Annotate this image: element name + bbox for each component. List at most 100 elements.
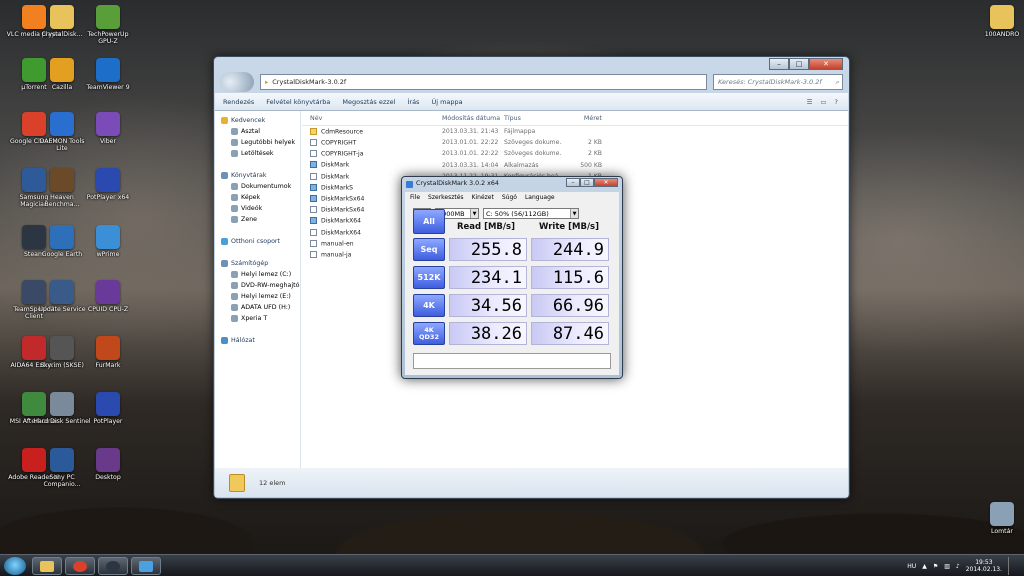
desktop-icon[interactable]: Viber	[79, 112, 137, 145]
nav-item[interactable]: Letöltések	[215, 148, 300, 159]
nav-item[interactable]: Helyi lemez (E:)	[215, 291, 300, 302]
address-bar[interactable]: ▸ CrystalDiskMark-3.0.2f	[260, 74, 707, 90]
nav-item[interactable]: Kedvencek	[215, 115, 300, 126]
toolbar-share-with[interactable]: Megosztás ezzel	[342, 98, 395, 106]
close-button[interactable]: ✕	[809, 58, 843, 70]
write-header: Write [MB/s]	[539, 222, 599, 232]
file-row[interactable]: CdmResource 2013.03.31. 21:43 Fájlmappa	[302, 126, 848, 137]
tray-arrow-icon[interactable]: ▲	[922, 563, 927, 570]
menu-language[interactable]: Language	[525, 194, 555, 201]
nav-item[interactable]: Számítógép	[215, 258, 300, 269]
nav-item[interactable]: Könyvtárak	[215, 170, 300, 181]
desktop-icon[interactable]: Lomtár	[973, 502, 1024, 535]
all-button[interactable]: All	[413, 209, 445, 234]
column-type[interactable]: Típus	[504, 115, 562, 122]
column-size[interactable]: Méret	[562, 115, 602, 122]
nav-item-label: Dokumentumok	[241, 183, 292, 190]
network-icon[interactable]: ▥	[944, 563, 950, 570]
back-forward-buttons[interactable]	[220, 72, 254, 92]
volume-icon[interactable]: ♪	[956, 563, 960, 570]
menu-edit[interactable]: Szerkesztés	[428, 194, 464, 201]
clock-time: 19:53	[975, 559, 993, 566]
seq-button[interactable]: Seq	[413, 238, 445, 261]
toolbar-organize[interactable]: Rendezés	[223, 98, 254, 106]
minimize-button[interactable]: –	[769, 58, 789, 70]
4k-qd32-read-value: 38.26	[449, 322, 527, 345]
4k-qd32-button[interactable]: 4K QD32	[413, 322, 445, 345]
desktop-icon[interactable]: TeamViewer 9	[79, 58, 137, 91]
512k-button[interactable]: 512K	[413, 266, 445, 289]
potplayer-icon	[96, 392, 120, 416]
nav-item-label: Képek	[241, 194, 261, 201]
comment-field[interactable]	[413, 353, 611, 369]
toolbar-burn[interactable]: Írás	[407, 98, 419, 106]
taskbar-chrome[interactable]	[65, 557, 95, 575]
desktop-icon[interactable]: PotPlayer x64	[79, 168, 137, 201]
toolbar-include-library[interactable]: Felvétel könyvtárba	[266, 98, 330, 106]
maximize-button[interactable]: □	[580, 178, 594, 187]
menu-file[interactable]: File	[410, 194, 420, 201]
close-button[interactable]: ✕	[594, 178, 618, 187]
minimize-button[interactable]: –	[566, 178, 580, 187]
application-icon	[310, 183, 317, 191]
desktop-icon[interactable]: Desktop	[79, 448, 137, 481]
desktop-icon[interactable]: PotPlayer	[79, 392, 137, 425]
show-desktop-button[interactable]	[1008, 557, 1014, 575]
maximize-button[interactable]: □	[789, 58, 809, 70]
column-name[interactable]: Név	[302, 115, 442, 122]
preview-pane-icon[interactable]: ▭	[820, 98, 826, 106]
nav-item[interactable]: Videók	[215, 203, 300, 214]
desktop-icon[interactable]: 100ANDRO	[973, 5, 1024, 38]
nav-item[interactable]: Dokumentumok	[215, 181, 300, 192]
phone-icon	[231, 315, 238, 322]
start-button[interactable]	[4, 557, 26, 575]
drive-select[interactable]: C: 50% (56/112GB) ▼	[483, 208, 579, 219]
file-date: 2013.03.31. 14:04	[442, 161, 499, 169]
language-indicator[interactable]: HU	[907, 563, 916, 570]
nav-item-label: Könyvtárak	[231, 172, 267, 179]
skyrim-icon	[50, 336, 74, 360]
flag-icon[interactable]: ⚑	[933, 563, 938, 570]
clock[interactable]: 19:53 2014.02.13.	[966, 559, 1002, 573]
file-row[interactable]: COPYRIGHT 2013.01.01. 22:22 Szöveges dokum…	[302, 137, 848, 148]
nav-item[interactable]: Képek	[215, 192, 300, 203]
nav-item[interactable]: Asztal	[215, 126, 300, 137]
taskbar-crystaldiskmark[interactable]	[131, 557, 161, 575]
cazilla-icon	[50, 58, 74, 82]
nav-item[interactable]: Zene	[215, 214, 300, 225]
nav-item[interactable]: Hálózat	[215, 335, 300, 346]
desktop-icon[interactable]: CPUID CPU-Z	[79, 280, 137, 313]
taskbar-steam[interactable]	[98, 557, 128, 575]
crystaldiskmark-window[interactable]: CrystalDiskMark 3.0.2 x64 – □ ✕ File Sze…	[401, 176, 623, 379]
nav-item[interactable]: Otthoni csoport	[215, 236, 300, 247]
nav-item[interactable]: Helyi lemez (C:)	[215, 269, 300, 280]
nav-item[interactable]: ADATA UFD (H:)	[215, 302, 300, 313]
document-icon	[310, 172, 317, 180]
teamviewer-icon	[96, 58, 120, 82]
file-row[interactable]: COPYRIGHT-ja 2013.01.01. 22:22 Szöveges do…	[302, 148, 848, 159]
4k-write-value: 66.96	[531, 294, 609, 317]
desktop-icon-label: PotPlayer x64	[86, 194, 130, 201]
desktop-icon[interactable]: FurMark	[79, 336, 137, 369]
search-input[interactable]: Keresés: CrystalDiskMark-3.0.2f ⌕	[713, 74, 843, 90]
status-bar: 12 elem	[215, 468, 848, 497]
desktop-icon[interactable]: wPrime	[79, 225, 137, 258]
view-options-icon[interactable]: ☰	[807, 98, 813, 106]
file-row[interactable]: DiskMark 2013.03.31. 14:04 Alkalmazás 500 K…	[302, 160, 848, 171]
document-icon	[310, 250, 317, 258]
desktop-icon[interactable]: TechPowerUp GPU-Z	[79, 5, 137, 45]
menu-help[interactable]: Súgó	[502, 194, 517, 201]
4k-button[interactable]: 4K	[413, 294, 445, 317]
taskbar-explorer[interactable]	[32, 557, 62, 575]
file-name: CdmResource	[302, 127, 442, 135]
toolbar-new-folder[interactable]: Új mappa	[431, 98, 462, 106]
desktop-icon-label: Lomtár	[991, 528, 1013, 535]
nav-item[interactable]: Legutóbbi helyek	[215, 137, 300, 148]
help-icon[interactable]: ?	[835, 98, 838, 106]
column-date[interactable]: Módosítás dátuma	[442, 115, 504, 122]
file-size: 2 KB	[588, 150, 602, 158]
menu-theme[interactable]: Kinézet	[472, 194, 494, 201]
nav-item[interactable]: Xperia T	[215, 313, 300, 324]
nav-item[interactable]: DVD-RW-meghajtó	[215, 280, 300, 291]
